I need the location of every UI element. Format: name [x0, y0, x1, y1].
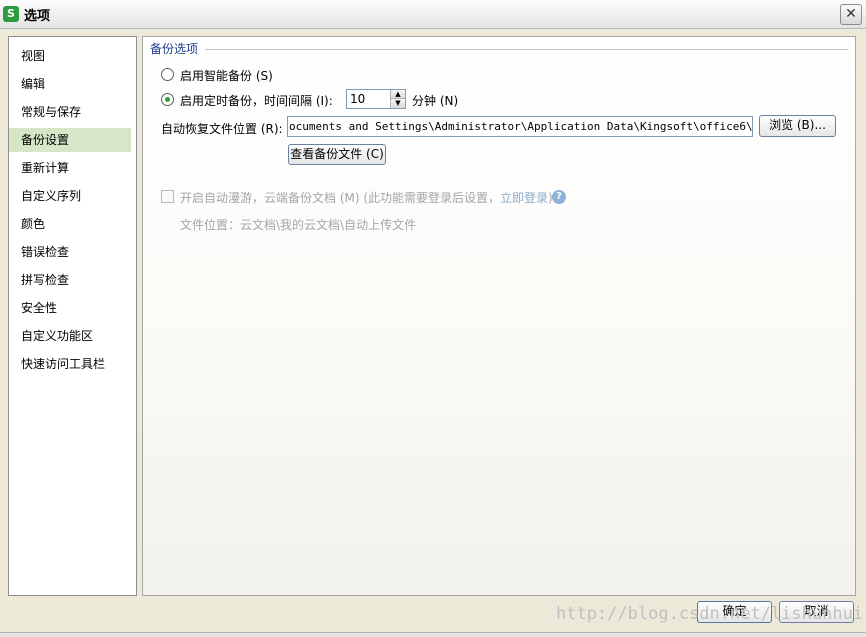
- smart-backup-radio[interactable]: [161, 68, 174, 81]
- sidebar-item-error-check[interactable]: 错误检查: [9, 240, 131, 264]
- recovery-path-input[interactable]: ocuments and Settings\Administrator\Appl…: [287, 116, 753, 137]
- ok-button[interactable]: 确定: [697, 601, 772, 623]
- cloud-roaming-label: 开启自动漫游，云端备份文档 (M) (此功能需要登录后设置，立即登录): [180, 189, 553, 206]
- stepper-down-icon[interactable]: ▼: [390, 98, 405, 108]
- sidebar-item-security[interactable]: 安全性: [9, 296, 131, 320]
- sidebar-item-spell-check[interactable]: 拼写检查: [9, 268, 131, 292]
- sidebar-item-customize-ribbon[interactable]: 自定义功能区: [9, 324, 131, 348]
- interval-stepper[interactable]: 10 ▲ ▼: [346, 89, 406, 109]
- sidebar-item-edit[interactable]: 编辑: [9, 72, 131, 96]
- cloud-roaming-text: 开启自动漫游，云端备份文档 (M) (此功能需要登录后设置，: [180, 191, 501, 205]
- backup-settings-panel: 备份选项 启用智能备份 (S) 启用定时备份，时间间隔 (I): 10 ▲ ▼ …: [142, 36, 856, 596]
- browse-button[interactable]: 浏览 (B)...: [759, 115, 836, 137]
- smart-backup-label[interactable]: 启用智能备份 (S): [180, 67, 273, 84]
- section-divider: [205, 49, 848, 50]
- timed-backup-label[interactable]: 启用定时备份，时间间隔 (I):: [180, 92, 333, 109]
- help-icon[interactable]: ?: [552, 190, 566, 204]
- cloud-roaming-checkbox[interactable]: [161, 190, 174, 203]
- close-icon[interactable]: ✕: [840, 4, 862, 25]
- cancel-button[interactable]: 取消: [779, 601, 854, 623]
- options-sidebar: 视图 编辑 常规与保存 备份设置 重新计算 自定义序列 颜色 错误检查 拼写检查…: [8, 36, 137, 596]
- sidebar-item-quick-access-toolbar[interactable]: 快速访问工具栏: [9, 352, 131, 376]
- app-icon: S: [3, 6, 19, 22]
- login-now-link[interactable]: 立即登录: [500, 191, 548, 205]
- interval-value[interactable]: 10: [350, 92, 365, 106]
- backup-options-title: 备份选项: [150, 42, 199, 56]
- timed-backup-radio[interactable]: [161, 93, 174, 106]
- status-strip: [0, 632, 866, 637]
- title-bar: S 选项 ✕: [0, 0, 866, 29]
- sidebar-item-color[interactable]: 颜色: [9, 212, 131, 236]
- sidebar-item-custom-sequence[interactable]: 自定义序列: [9, 184, 131, 208]
- window-title: 选项: [24, 9, 51, 24]
- sidebar-item-backup-settings[interactable]: 备份设置: [9, 128, 131, 152]
- recovery-path-label: 自动恢复文件位置 (R):: [161, 122, 283, 136]
- interval-unit-label: 分钟 (N): [412, 94, 459, 108]
- file-location-text: 文件位置：云文档\我的云文档\自动上传文件: [180, 218, 417, 232]
- sidebar-item-view[interactable]: 视图: [9, 44, 131, 68]
- sidebar-item-recalculate[interactable]: 重新计算: [9, 156, 131, 180]
- view-backup-files-button[interactable]: 查看备份文件 (C): [288, 144, 386, 165]
- sidebar-item-general-save[interactable]: 常规与保存: [9, 100, 131, 124]
- dialog-client-area: 视图 编辑 常规与保存 备份设置 重新计算 自定义序列 颜色 错误检查 拼写检查…: [0, 29, 866, 636]
